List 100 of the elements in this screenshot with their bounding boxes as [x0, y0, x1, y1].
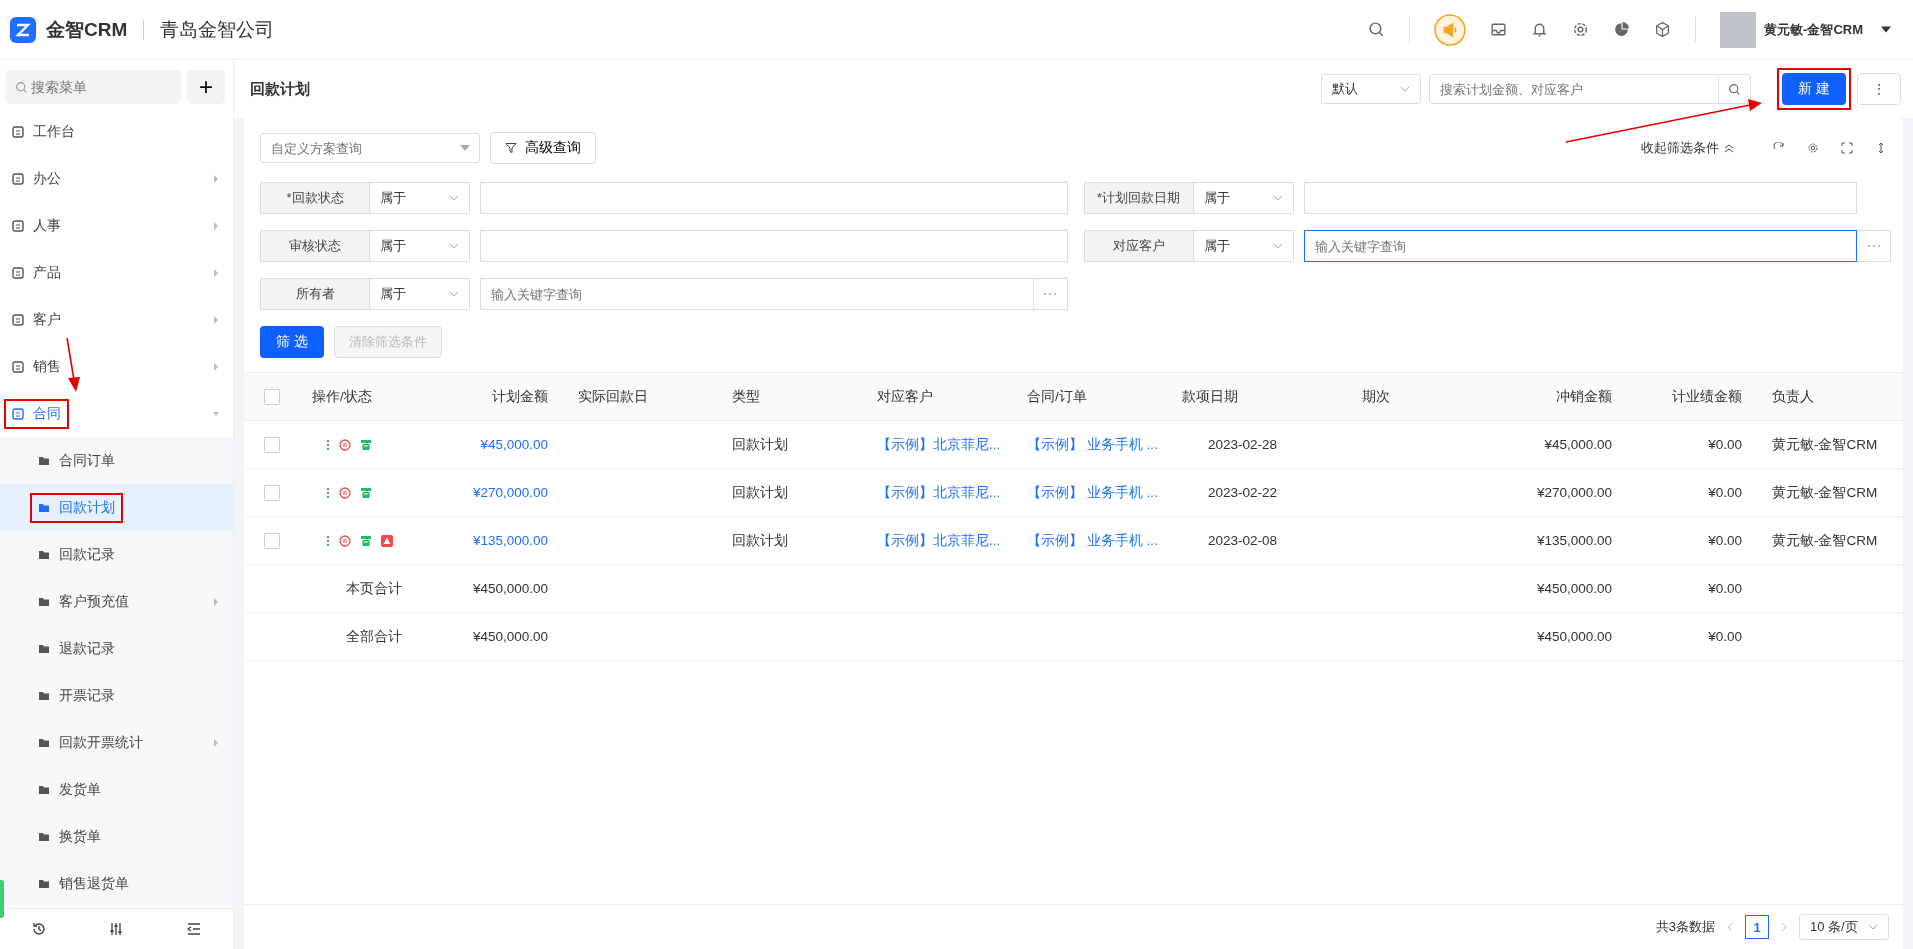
submenu-item[interactable]: 发货单	[0, 766, 233, 813]
filter-label: 对应客户	[1083, 230, 1194, 262]
submenu-item[interactable]: 回款记录	[0, 531, 233, 578]
caret-icon	[460, 145, 470, 151]
filter-button[interactable]: 筛 选	[260, 326, 324, 358]
menu-label: 合同	[33, 404, 61, 423]
inbox-icon[interactable]	[1490, 21, 1508, 38]
receipt-icon[interactable]	[360, 534, 372, 547]
menu-item[interactable]: 工作台	[0, 108, 233, 155]
menu-item[interactable]: 合同	[0, 390, 233, 437]
select-all-checkbox[interactable]	[264, 388, 280, 405]
history-icon[interactable]	[30, 921, 47, 937]
new-button[interactable]: 新 建	[1782, 73, 1846, 105]
receipt-icon[interactable]	[360, 438, 372, 451]
column-header: 计划金额	[491, 387, 549, 406]
caret-icon[interactable]	[1881, 26, 1891, 33]
filter-label: *回款状态	[260, 182, 370, 214]
advanced-query-button[interactable]: 高级查询	[490, 132, 596, 164]
contract-link[interactable]: 【示例】 业务手机 ...	[1015, 531, 1170, 550]
table-cell-text: ¥0.00	[1707, 437, 1743, 452]
row-checkbox[interactable]	[264, 436, 280, 453]
page-size-select[interactable]: 10 条/页	[1799, 914, 1889, 940]
submenu-item[interactable]: 退款记录	[0, 625, 233, 672]
sliders-icon[interactable]	[108, 921, 125, 937]
chevron-up-icon	[1723, 142, 1735, 154]
submenu-item[interactable]: 回款开票统计	[0, 719, 233, 766]
cube-icon[interactable]	[1654, 21, 1672, 38]
folder-icon	[38, 830, 50, 843]
customer-link[interactable]: 【示例】北京菲尼...	[865, 483, 1015, 502]
column-header: 实际回款日	[577, 387, 649, 406]
submenu-item[interactable]: 合同订单	[0, 437, 233, 484]
menu-search-field[interactable]: 搜索菜单	[5, 70, 181, 104]
contract-link[interactable]: 【示例】 业务手机 ...	[1015, 483, 1170, 502]
submenu-item[interactable]: 换货单	[0, 813, 233, 860]
more-vertical-icon[interactable]	[326, 438, 330, 451]
settings-icon[interactable]	[1572, 21, 1590, 38]
menu-item[interactable]: 人事	[0, 202, 233, 249]
folder-icon	[38, 877, 50, 890]
column-header: 负责人	[1771, 387, 1815, 406]
collapse-menu-icon[interactable]	[186, 921, 203, 937]
bell-icon[interactable]	[1531, 21, 1549, 38]
filter-value-field[interactable]: 输入关键字查询	[1303, 230, 1857, 262]
pie-chart-icon[interactable]	[1613, 21, 1631, 38]
submenu-item[interactable]: 客户预充值	[0, 578, 233, 625]
contract-link[interactable]: 【示例】 业务手机 ...	[1015, 435, 1170, 454]
next-page-icon[interactable]	[1781, 922, 1787, 932]
customer-link[interactable]: 【示例】北京菲尼...	[865, 435, 1015, 454]
avatar-placeholder[interactable]	[1720, 11, 1757, 48]
search-icon	[15, 81, 28, 94]
table-cell[interactable]: ¥135,000.00	[420, 533, 566, 548]
menu-label: 销售退货单	[59, 874, 129, 893]
more-button[interactable]: ⋮	[1857, 73, 1901, 105]
menu-label: 人事	[33, 216, 61, 235]
operator-select[interactable]: 属于	[1193, 230, 1294, 262]
submenu-item[interactable]: 开票记录	[0, 672, 233, 719]
page-button[interactable]: 1	[1745, 915, 1769, 939]
row-checkbox[interactable]	[264, 484, 280, 501]
filter-icon	[505, 142, 517, 154]
customer-link[interactable]: 【示例】北京菲尼...	[865, 531, 1015, 550]
menu-label: 回款开票统计	[59, 733, 143, 752]
menu-item[interactable]: 办公	[0, 155, 233, 202]
receipt-icon[interactable]	[360, 486, 372, 499]
row-checkbox[interactable]	[264, 532, 280, 549]
search-button[interactable]	[1719, 74, 1751, 104]
table-cell-text: 回款计划	[731, 531, 789, 550]
more-vertical-icon[interactable]	[326, 534, 330, 547]
more-vertical-icon[interactable]	[326, 486, 330, 499]
view-select[interactable]: 默认	[1321, 74, 1421, 104]
megaphone-icon[interactable]	[1434, 13, 1467, 46]
operator-select[interactable]: 属于	[370, 230, 470, 262]
expand-arrow-icon	[213, 267, 219, 278]
operator-select[interactable]: 属于	[370, 182, 470, 214]
menu-label: 客户预充值	[59, 592, 129, 611]
submenu-item[interactable]: 回款计划	[0, 484, 233, 531]
menu-item[interactable]: 客户	[0, 296, 233, 343]
chevron-down-icon	[449, 243, 459, 249]
folder-icon	[38, 642, 50, 655]
search-icon	[1728, 82, 1741, 96]
search-field[interactable]: 搜索计划金额、对应客户	[1429, 74, 1719, 104]
operator-select[interactable]: 属于	[1193, 182, 1294, 214]
collapse-filters-link[interactable]: 收起筛选条件	[1635, 138, 1741, 158]
operator-select[interactable]: 属于	[370, 278, 470, 310]
menu-item[interactable]: 销售	[0, 343, 233, 390]
submenu-item[interactable]: 销售退货单	[0, 860, 233, 907]
user-name[interactable]: 黄元敏-金智CRM	[1764, 20, 1863, 39]
scheme-select[interactable]: 自定义方案查询	[260, 133, 480, 163]
add-button[interactable]: +	[187, 70, 225, 104]
ellipsis-icon	[1043, 292, 1057, 296]
table-cell[interactable]: ¥270,000.00	[420, 485, 566, 500]
previous-page-icon[interactable]	[1727, 922, 1733, 932]
fullscreen-icon[interactable]	[1841, 142, 1853, 154]
menu-item[interactable]: 产品	[0, 249, 233, 296]
filter-label: 审核状态	[260, 230, 370, 262]
search-icon[interactable]	[1368, 21, 1386, 38]
table-cell-text: ¥135,000.00	[1535, 533, 1613, 548]
warning-icon[interactable]	[381, 534, 393, 547]
table-cell[interactable]: ¥45,000.00	[420, 437, 566, 452]
settings-icon[interactable]	[1807, 142, 1819, 154]
ellipsis-icon	[1866, 244, 1881, 248]
table-cell-text: ¥0.00	[1707, 581, 1743, 596]
